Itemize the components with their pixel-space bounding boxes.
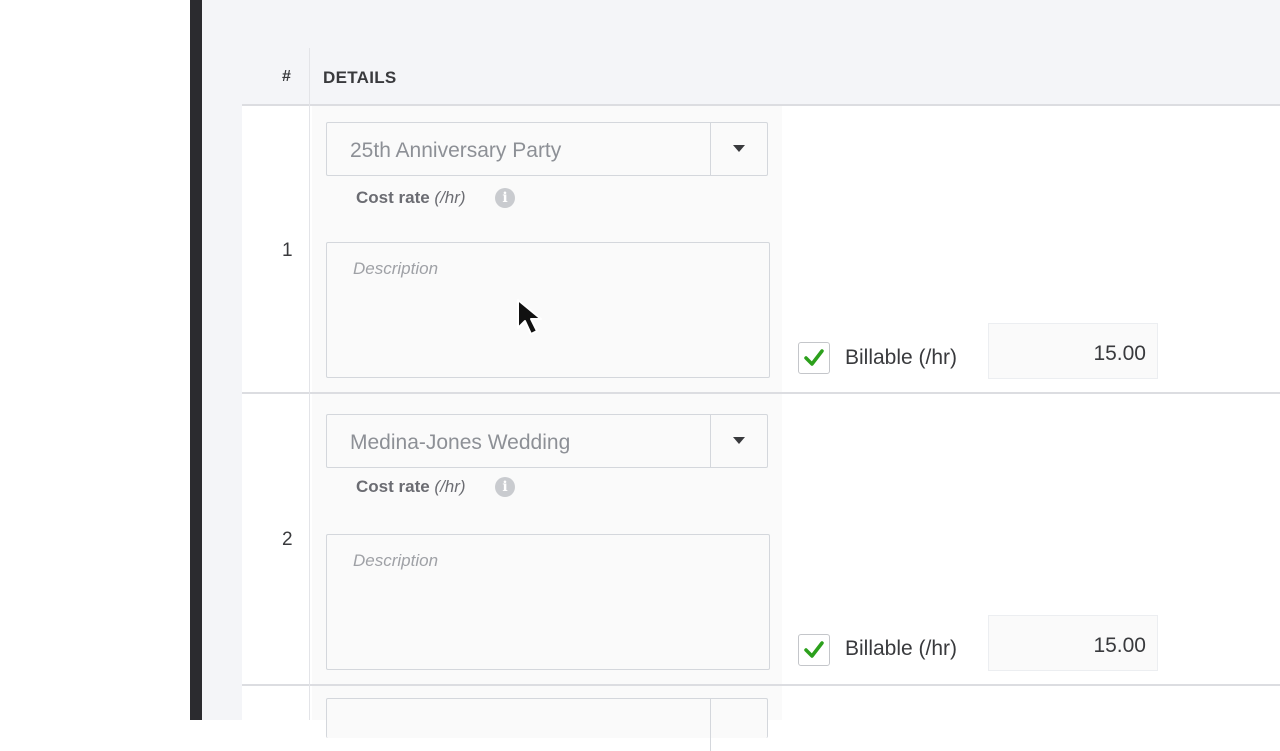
panel-divider-bar <box>190 0 202 720</box>
description-textarea[interactable]: Description <box>326 534 770 670</box>
billable-rate-input[interactable]: 15.00 <box>988 323 1158 379</box>
description-placeholder: Description <box>353 259 439 278</box>
dropdown-toggle[interactable] <box>710 123 767 175</box>
table-header: # DETAILS <box>242 48 1280 106</box>
cost-rate-text: Cost rate <box>356 477 430 496</box>
description-placeholder: Description <box>353 551 439 570</box>
table-row: 1 25th Anniversary Party Cost rate (/hr)… <box>242 106 1280 392</box>
mouse-pointer-icon <box>517 299 542 335</box>
dropdown-toggle[interactable] <box>710 699 767 751</box>
column-header-number: # <box>282 68 291 85</box>
timesheet-table: # DETAILS 1 25th Anniversary Party Cost … <box>242 48 1280 751</box>
billable-label: Billable (/hr) <box>845 346 958 369</box>
column-divider <box>309 48 310 720</box>
cost-rate-unit: (/hr) <box>434 477 466 496</box>
project-select[interactable]: Medina-Jones Wedding <box>326 414 768 468</box>
project-select-value: Medina-Jones Wedding <box>350 431 571 454</box>
cost-rate-label: Cost rate (/hr) <box>356 188 466 208</box>
checkmark-icon <box>804 641 824 658</box>
row-number: 1 <box>282 240 293 261</box>
table-row <box>242 686 1280 751</box>
billable-checkbox[interactable] <box>798 634 830 666</box>
info-icon[interactable]: i <box>495 188 515 208</box>
project-select[interactable] <box>326 698 768 751</box>
cost-rate-unit: (/hr) <box>434 188 466 207</box>
chevron-down-icon <box>733 145 745 152</box>
billable-checkbox[interactable] <box>798 342 830 374</box>
chevron-down-icon <box>733 437 745 444</box>
table-row: 2 Medina-Jones Wedding Cost rate (/hr) i… <box>242 394 1280 684</box>
billable-rate-value: 15.00 <box>1093 342 1146 365</box>
info-icon[interactable]: i <box>495 477 515 497</box>
dropdown-toggle[interactable] <box>710 415 767 467</box>
cost-rate-text: Cost rate <box>356 188 430 207</box>
project-select[interactable]: 25th Anniversary Party <box>326 122 768 176</box>
billable-rate-value: 15.00 <box>1093 634 1146 657</box>
row-number: 2 <box>282 529 293 550</box>
column-header-details: DETAILS <box>323 68 397 87</box>
project-select-value: 25th Anniversary Party <box>350 139 562 162</box>
left-margin <box>0 0 190 720</box>
cost-rate-label: Cost rate (/hr) <box>356 477 466 497</box>
billable-rate-input[interactable]: 15.00 <box>988 615 1158 671</box>
checkmark-icon <box>804 349 824 366</box>
timesheet-page: # DETAILS 1 25th Anniversary Party Cost … <box>202 0 1280 751</box>
billable-label: Billable (/hr) <box>845 637 958 660</box>
